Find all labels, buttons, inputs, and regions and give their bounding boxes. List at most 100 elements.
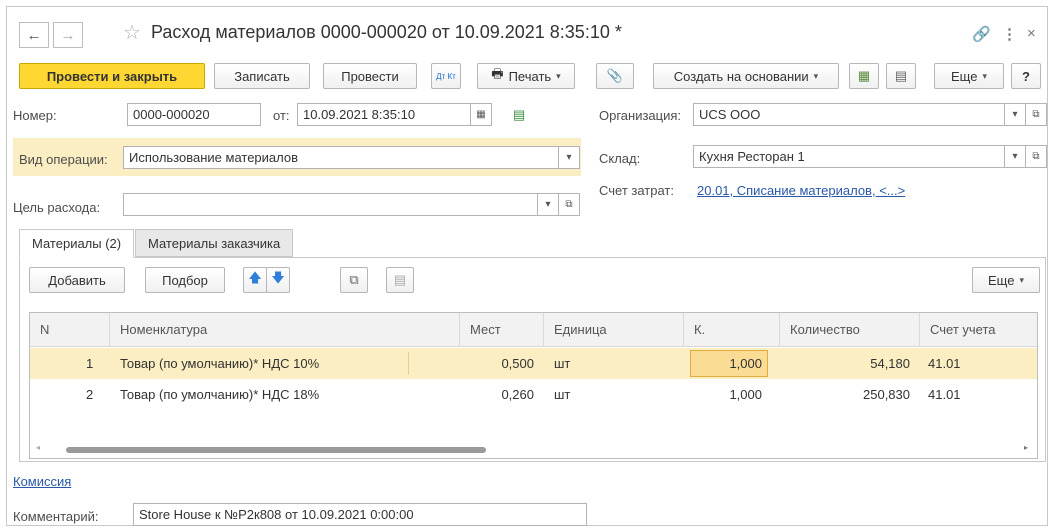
purpose-field[interactable] bbox=[123, 193, 538, 216]
more-label: Еще bbox=[951, 68, 978, 84]
org-field[interactable]: UCS ООО bbox=[693, 103, 1005, 126]
scroll-right-icon[interactable]: ▸ bbox=[1024, 443, 1028, 452]
chevron-down-icon[interactable]: ▾ bbox=[1004, 145, 1026, 168]
structure-button[interactable]: ▦ bbox=[849, 63, 879, 89]
attach-button[interactable]: 📎 bbox=[596, 63, 634, 89]
copy-button[interactable]: ⧉ bbox=[340, 267, 368, 293]
chevron-down-icon: ▾ bbox=[813, 70, 819, 81]
paste-icon: ▤ bbox=[393, 272, 407, 287]
table-more-button[interactable]: Еще ▾ bbox=[972, 267, 1040, 293]
calendar-icon[interactable]: ▦ bbox=[470, 103, 492, 126]
print-label: Печать bbox=[508, 68, 552, 84]
document-window: ← → ☆ Расход материалов 0000-000020 от 1… bbox=[6, 6, 1048, 526]
tab-materials[interactable]: Материалы (2) bbox=[19, 229, 135, 258]
chevron-down-icon: ▾ bbox=[556, 70, 561, 81]
document-icon: ▤ bbox=[894, 68, 908, 83]
dt-kt-icon: Дт Кт bbox=[436, 71, 456, 81]
column-header-n[interactable]: N bbox=[30, 313, 110, 347]
move-down-button[interactable]: 🡇 bbox=[266, 267, 290, 293]
column-header-unit[interactable]: Единица bbox=[544, 313, 684, 347]
optype-field[interactable]: Использование материалов bbox=[123, 146, 559, 169]
cell-qty: 54,180 bbox=[870, 356, 910, 371]
date-field[interactable]: 10.09.2021 8:35:10 bbox=[297, 103, 471, 126]
cell-account: 41.01 bbox=[928, 356, 961, 371]
print-button[interactable]: 🖶 Печать ▾ bbox=[477, 63, 575, 89]
chevron-down-icon: ▾ bbox=[982, 70, 987, 81]
cell-unit: шт bbox=[554, 387, 571, 402]
more-menu-icon[interactable]: ⋮ bbox=[1002, 25, 1017, 43]
arrow-right-icon: → bbox=[60, 26, 76, 44]
save-button[interactable]: Записать bbox=[214, 63, 310, 89]
link-icon[interactable]: 🔗 bbox=[972, 25, 991, 43]
cell-divider bbox=[408, 352, 409, 375]
cell-places: 0,500 bbox=[501, 356, 534, 371]
select-button[interactable]: Подбор bbox=[145, 267, 225, 293]
window-title: Расход материалов 0000-000020 от 10.09.2… bbox=[151, 22, 622, 42]
cell-item: Товар (по умолчанию)* НДС 10% bbox=[120, 356, 320, 371]
cell-account: 41.01 bbox=[928, 387, 961, 402]
help-button[interactable]: ? bbox=[1011, 63, 1041, 89]
printer-icon: 🖶 bbox=[491, 66, 504, 81]
cost-account-link[interactable]: 20.01, Списание материалов, <...> bbox=[697, 183, 905, 198]
open-icon[interactable]: ⧉ bbox=[1025, 145, 1047, 168]
open-icon[interactable]: ⧉ bbox=[1025, 103, 1047, 126]
number-field[interactable]: 0000-000020 bbox=[127, 103, 261, 126]
date-from-label: от: bbox=[273, 108, 290, 123]
column-header-item[interactable]: Номенклатура bbox=[110, 313, 460, 347]
arrow-down-icon: 🡇 bbox=[271, 270, 285, 285]
cell-k: 1,000 bbox=[729, 387, 762, 402]
post-button[interactable]: Провести bbox=[323, 63, 417, 89]
create-based-on-button[interactable]: Создать на основании ▾ bbox=[653, 63, 839, 89]
tab-customer-materials[interactable]: Материалы заказчика bbox=[135, 229, 294, 257]
column-header-account[interactable]: Счет учета bbox=[920, 313, 1037, 347]
dt-kt-button[interactable]: Дт Кт bbox=[431, 63, 461, 89]
materials-table: N Номенклатура Мест Единица К. Количеств… bbox=[29, 312, 1038, 459]
chevron-down-icon[interactable]: ▾ bbox=[1004, 103, 1026, 126]
column-header-qty[interactable]: Количество bbox=[780, 313, 920, 347]
chevron-down-icon[interactable]: ▾ bbox=[537, 193, 559, 216]
optype-label: Вид операции: bbox=[19, 152, 108, 167]
cell-item: Товар (по умолчанию)* НДС 18% bbox=[120, 387, 320, 402]
open-icon[interactable]: ⧉ bbox=[558, 193, 580, 216]
arrow-up-icon: 🡅 bbox=[248, 270, 262, 285]
paste-button[interactable]: ▤ bbox=[386, 267, 414, 293]
move-up-button[interactable]: 🡅 bbox=[243, 267, 267, 293]
back-button[interactable]: ← bbox=[19, 22, 49, 48]
table-more-label: Еще bbox=[988, 272, 1015, 288]
status-icon[interactable]: ▤ bbox=[513, 107, 525, 123]
add-button[interactable]: Добавить bbox=[29, 267, 125, 293]
purpose-label: Цель расхода: bbox=[13, 200, 101, 215]
comment-label: Комментарий: bbox=[13, 509, 99, 524]
commission-link[interactable]: Комиссия bbox=[13, 474, 71, 489]
column-header-k[interactable]: К. bbox=[684, 313, 780, 347]
table-row[interactable]: 2 Товар (по умолчанию)* НДС 18% 0,260 шт… bbox=[30, 379, 1037, 410]
scrollbar-thumb[interactable] bbox=[66, 447, 486, 453]
structure-icon: ▦ bbox=[857, 68, 871, 83]
comment-field[interactable]: Store House к №Р2к808 от 10.09.2021 0:00… bbox=[133, 503, 587, 526]
close-icon[interactable]: × bbox=[1027, 25, 1036, 42]
table-row[interactable]: 1 Товар (по умолчанию)* НДС 10% 0,500 шт… bbox=[30, 348, 1037, 379]
copy-icon: ⧉ bbox=[349, 272, 359, 287]
post-and-close-button[interactable]: Провести и закрыть bbox=[19, 63, 205, 89]
cell-n: 2 bbox=[86, 387, 94, 402]
chevron-down-icon: ▾ bbox=[1019, 274, 1024, 285]
horizontal-scrollbar[interactable]: ◂ ▸ bbox=[30, 441, 1037, 458]
scroll-left-icon[interactable]: ◂ bbox=[36, 443, 40, 452]
create-based-label: Создать на основании bbox=[673, 68, 809, 84]
report-button[interactable]: ▤ bbox=[886, 63, 916, 89]
arrow-left-icon: ← bbox=[26, 26, 42, 44]
cost-account-label: Счет затрат: bbox=[599, 183, 674, 198]
cell-places: 0,260 bbox=[501, 387, 534, 402]
paperclip-icon: 📎 bbox=[606, 68, 624, 83]
cell-k: 1,000 bbox=[729, 356, 762, 371]
chevron-down-icon[interactable]: ▾ bbox=[558, 146, 580, 169]
warehouse-field[interactable]: Кухня Ресторан 1 bbox=[693, 145, 1005, 168]
org-label: Организация: bbox=[599, 108, 682, 123]
forward-button[interactable]: → bbox=[53, 22, 83, 48]
column-header-places[interactable]: Мест bbox=[460, 313, 544, 347]
favorite-star-icon[interactable]: ☆ bbox=[123, 20, 141, 45]
cell-qty: 250,830 bbox=[863, 387, 910, 402]
more-button[interactable]: Еще ▾ bbox=[934, 63, 1004, 89]
cell-n: 1 bbox=[86, 356, 94, 371]
warehouse-label: Склад: bbox=[599, 151, 641, 166]
